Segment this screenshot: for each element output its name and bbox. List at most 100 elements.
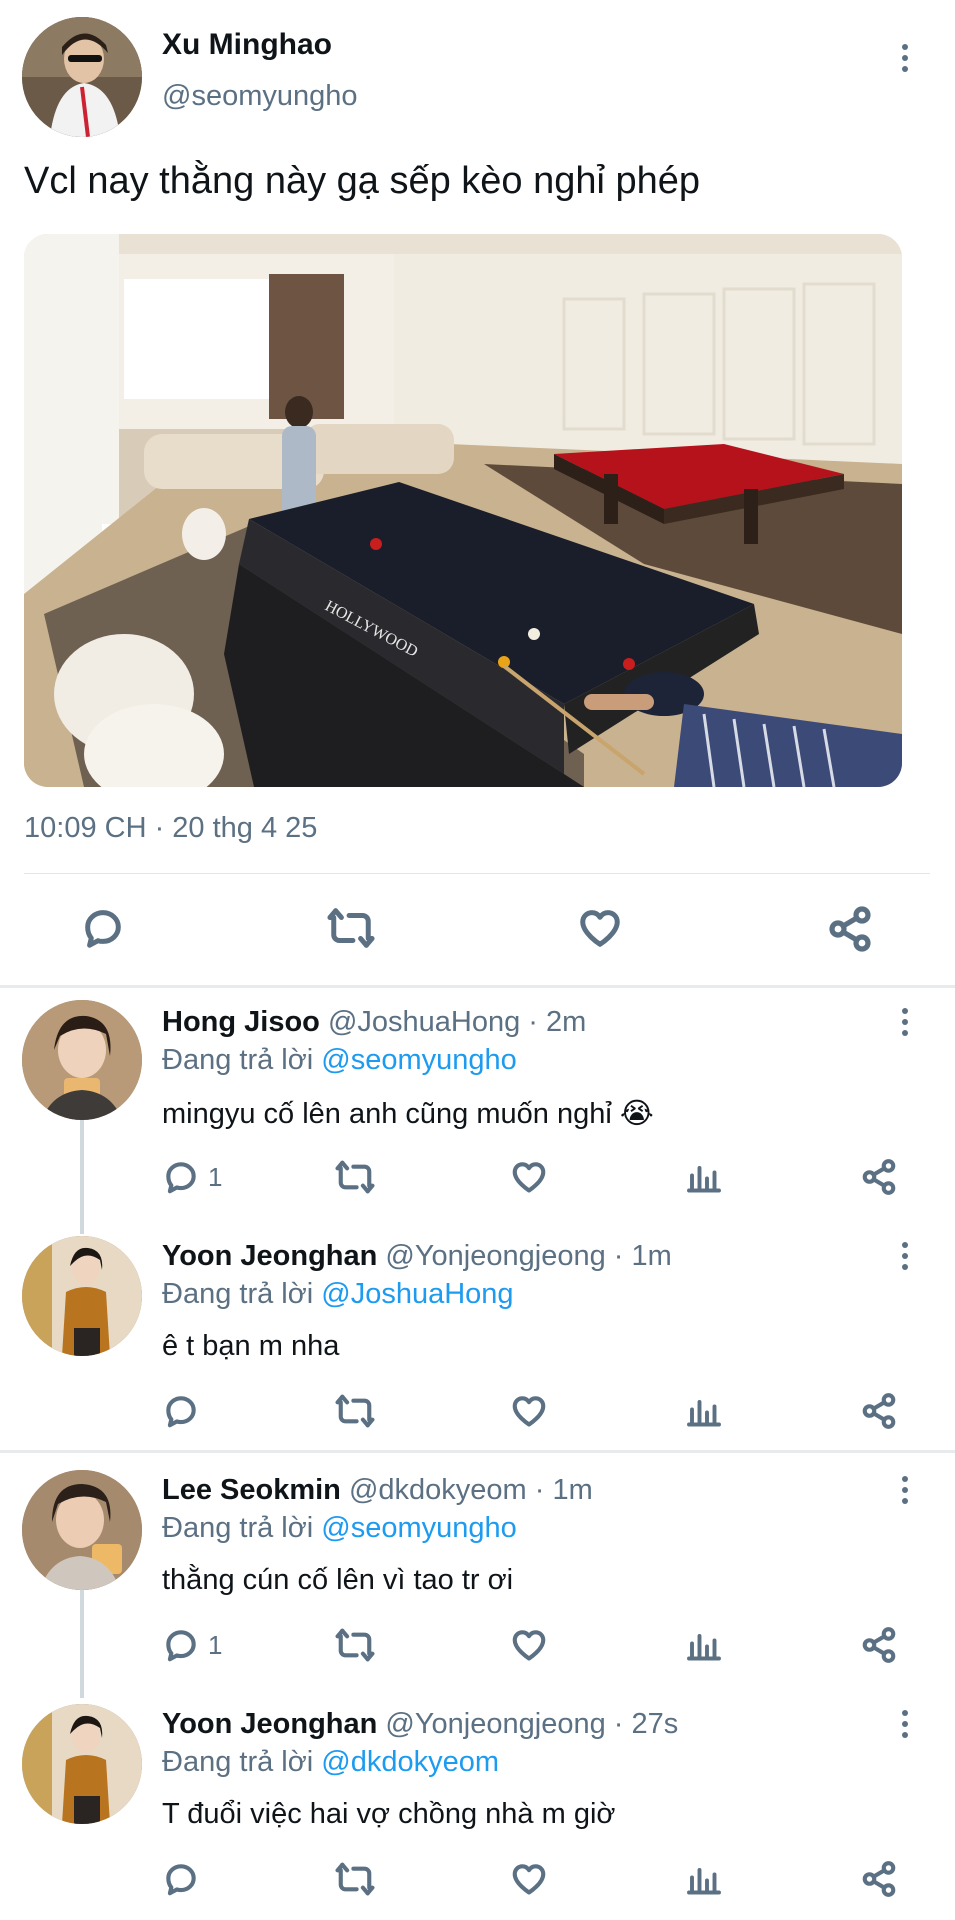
author-name[interactable]: Xu Minghao	[162, 28, 332, 62]
share-button[interactable]	[860, 1626, 898, 1664]
retweet-button[interactable]	[334, 1860, 376, 1898]
thread-line	[80, 1586, 84, 1698]
more-icon[interactable]	[890, 40, 920, 76]
share-icon	[862, 1627, 896, 1663]
reply-time: · 1m	[613, 1240, 672, 1272]
reply-name[interactable]: Hong Jisoo	[162, 1006, 320, 1038]
replying-to-link[interactable]: @dkdokyeom	[321, 1746, 499, 1778]
like-button[interactable]	[576, 905, 624, 951]
reply-header: Hong Jisoo @JoshuaHong · 2m	[162, 1006, 586, 1039]
analytics-icon	[687, 1868, 721, 1895]
replying-to: Đang trả lời @JoshuaHong	[162, 1278, 514, 1311]
reply-icon	[166, 1396, 196, 1428]
reply-name[interactable]: Lee Seokmin	[162, 1474, 341, 1506]
reply-avatar[interactable]	[22, 1704, 142, 1824]
reply-button[interactable]	[80, 905, 126, 951]
reply-icon	[166, 1162, 196, 1194]
tweet-text: Vcl nay thằng này gạ sếp kèo nghỉ phép	[24, 160, 701, 202]
section-separator	[0, 1450, 955, 1453]
reply-handle[interactable]: @JoshuaHong	[328, 1006, 520, 1038]
reply-button[interactable]	[162, 1392, 208, 1430]
author-avatar-image	[22, 17, 142, 137]
replying-prefix: Đang trả lời	[162, 1044, 314, 1076]
analytics-icon	[687, 1634, 721, 1661]
reply-text: T đuổi việc hai vợ chồng nhà m giờ	[162, 1798, 616, 1830]
retweet-icon	[327, 908, 375, 948]
reply-handle[interactable]: @Yonjeongjeong	[385, 1708, 605, 1740]
reply-avatar-image	[22, 1000, 142, 1120]
retweet-icon	[335, 1394, 375, 1428]
reply-handle[interactable]: @dkdokyeom	[349, 1474, 527, 1506]
analytics-icon	[687, 1166, 721, 1193]
reply-header: Yoon Jeonghan @Yonjeongjeong · 27s	[162, 1708, 678, 1741]
reply-text: ê t bạn m nha	[162, 1330, 340, 1362]
replying-to: Đang trả lời @seomyungho	[162, 1044, 517, 1077]
reply-header: Yoon Jeonghan @Yonjeongjeong · 1m	[162, 1240, 672, 1273]
share-icon	[862, 1861, 896, 1897]
reply-name[interactable]: Yoon Jeonghan	[162, 1708, 377, 1740]
more-icon[interactable]	[890, 1472, 920, 1508]
tweet-photo[interactable]: HOLLYWOOD	[24, 234, 902, 787]
share-icon	[829, 906, 871, 952]
analytics-button[interactable]	[686, 1158, 722, 1196]
retweet-icon	[335, 1628, 375, 1662]
retweet-button[interactable]	[334, 1626, 376, 1664]
share-icon	[862, 1159, 896, 1195]
reply-avatar[interactable]	[22, 1236, 142, 1356]
divider	[24, 873, 930, 874]
more-icon[interactable]	[890, 1706, 920, 1742]
author-handle[interactable]: @seomyungho	[162, 80, 358, 113]
replying-prefix: Đang trả lời	[162, 1278, 314, 1310]
replying-to-link[interactable]: @seomyungho	[321, 1044, 517, 1076]
like-button[interactable]	[510, 1626, 548, 1664]
retweet-icon	[335, 1862, 375, 1896]
analytics-button[interactable]	[686, 1860, 722, 1898]
retweet-button[interactable]	[334, 1158, 376, 1196]
like-icon	[512, 1396, 546, 1427]
reply-icon	[166, 1630, 196, 1662]
billiard-room-image: HOLLYWOOD	[24, 234, 902, 787]
reply-avatar-image	[22, 1470, 142, 1590]
analytics-button[interactable]	[686, 1392, 722, 1430]
reply-avatar[interactable]	[22, 1470, 142, 1590]
reply-button[interactable]	[162, 1860, 208, 1898]
reply-avatar[interactable]	[22, 1000, 142, 1120]
like-icon	[512, 1630, 546, 1661]
like-icon	[580, 910, 620, 947]
reply-avatar-image	[22, 1704, 142, 1824]
retweet-icon	[335, 1160, 375, 1194]
replying-to-link[interactable]: @JoshuaHong	[321, 1278, 513, 1310]
reply-text: mingyu cố lên anh cũng muốn nghỉ 😭	[162, 1098, 654, 1130]
replying-prefix: Đang trả lời	[162, 1746, 314, 1778]
reply-header: Lee Seokmin @dkdokyeom · 1m	[162, 1474, 593, 1507]
like-button[interactable]	[510, 1158, 548, 1196]
like-button[interactable]	[510, 1860, 548, 1898]
share-button[interactable]	[860, 1860, 898, 1898]
reply-name[interactable]: Yoon Jeonghan	[162, 1240, 377, 1272]
reply-time: · 1m	[534, 1474, 593, 1506]
like-button[interactable]	[510, 1392, 548, 1430]
more-icon[interactable]	[890, 1004, 920, 1040]
replying-prefix: Đang trả lời	[162, 1512, 314, 1544]
reply-count: 1	[208, 1161, 223, 1192]
retweet-button[interactable]	[334, 1392, 376, 1430]
reply-text: thằng cún cố lên vì tao tr ơi	[162, 1564, 514, 1596]
share-button[interactable]	[826, 905, 874, 953]
reply-handle[interactable]: @Yonjeongjeong	[385, 1240, 605, 1272]
analytics-button[interactable]	[686, 1626, 722, 1664]
reply-count: 1	[208, 1629, 223, 1660]
share-button[interactable]	[860, 1158, 898, 1196]
like-icon	[512, 1864, 546, 1895]
reply-button[interactable]: 1	[162, 1626, 222, 1664]
replying-to: Đang trả lời @seomyungho	[162, 1512, 517, 1545]
more-icon[interactable]	[890, 1238, 920, 1274]
tweet-timestamp: 10:09 CH · 20 thg 4 25	[24, 812, 318, 844]
retweet-button[interactable]	[326, 905, 376, 951]
reply-time: · 2m	[528, 1006, 587, 1038]
reply-button[interactable]: 1	[162, 1158, 222, 1196]
reply-time: · 27s	[613, 1708, 679, 1740]
share-button[interactable]	[860, 1392, 898, 1430]
share-icon	[862, 1393, 896, 1429]
replying-to-link[interactable]: @seomyungho	[321, 1512, 517, 1544]
author-avatar[interactable]	[22, 17, 142, 137]
